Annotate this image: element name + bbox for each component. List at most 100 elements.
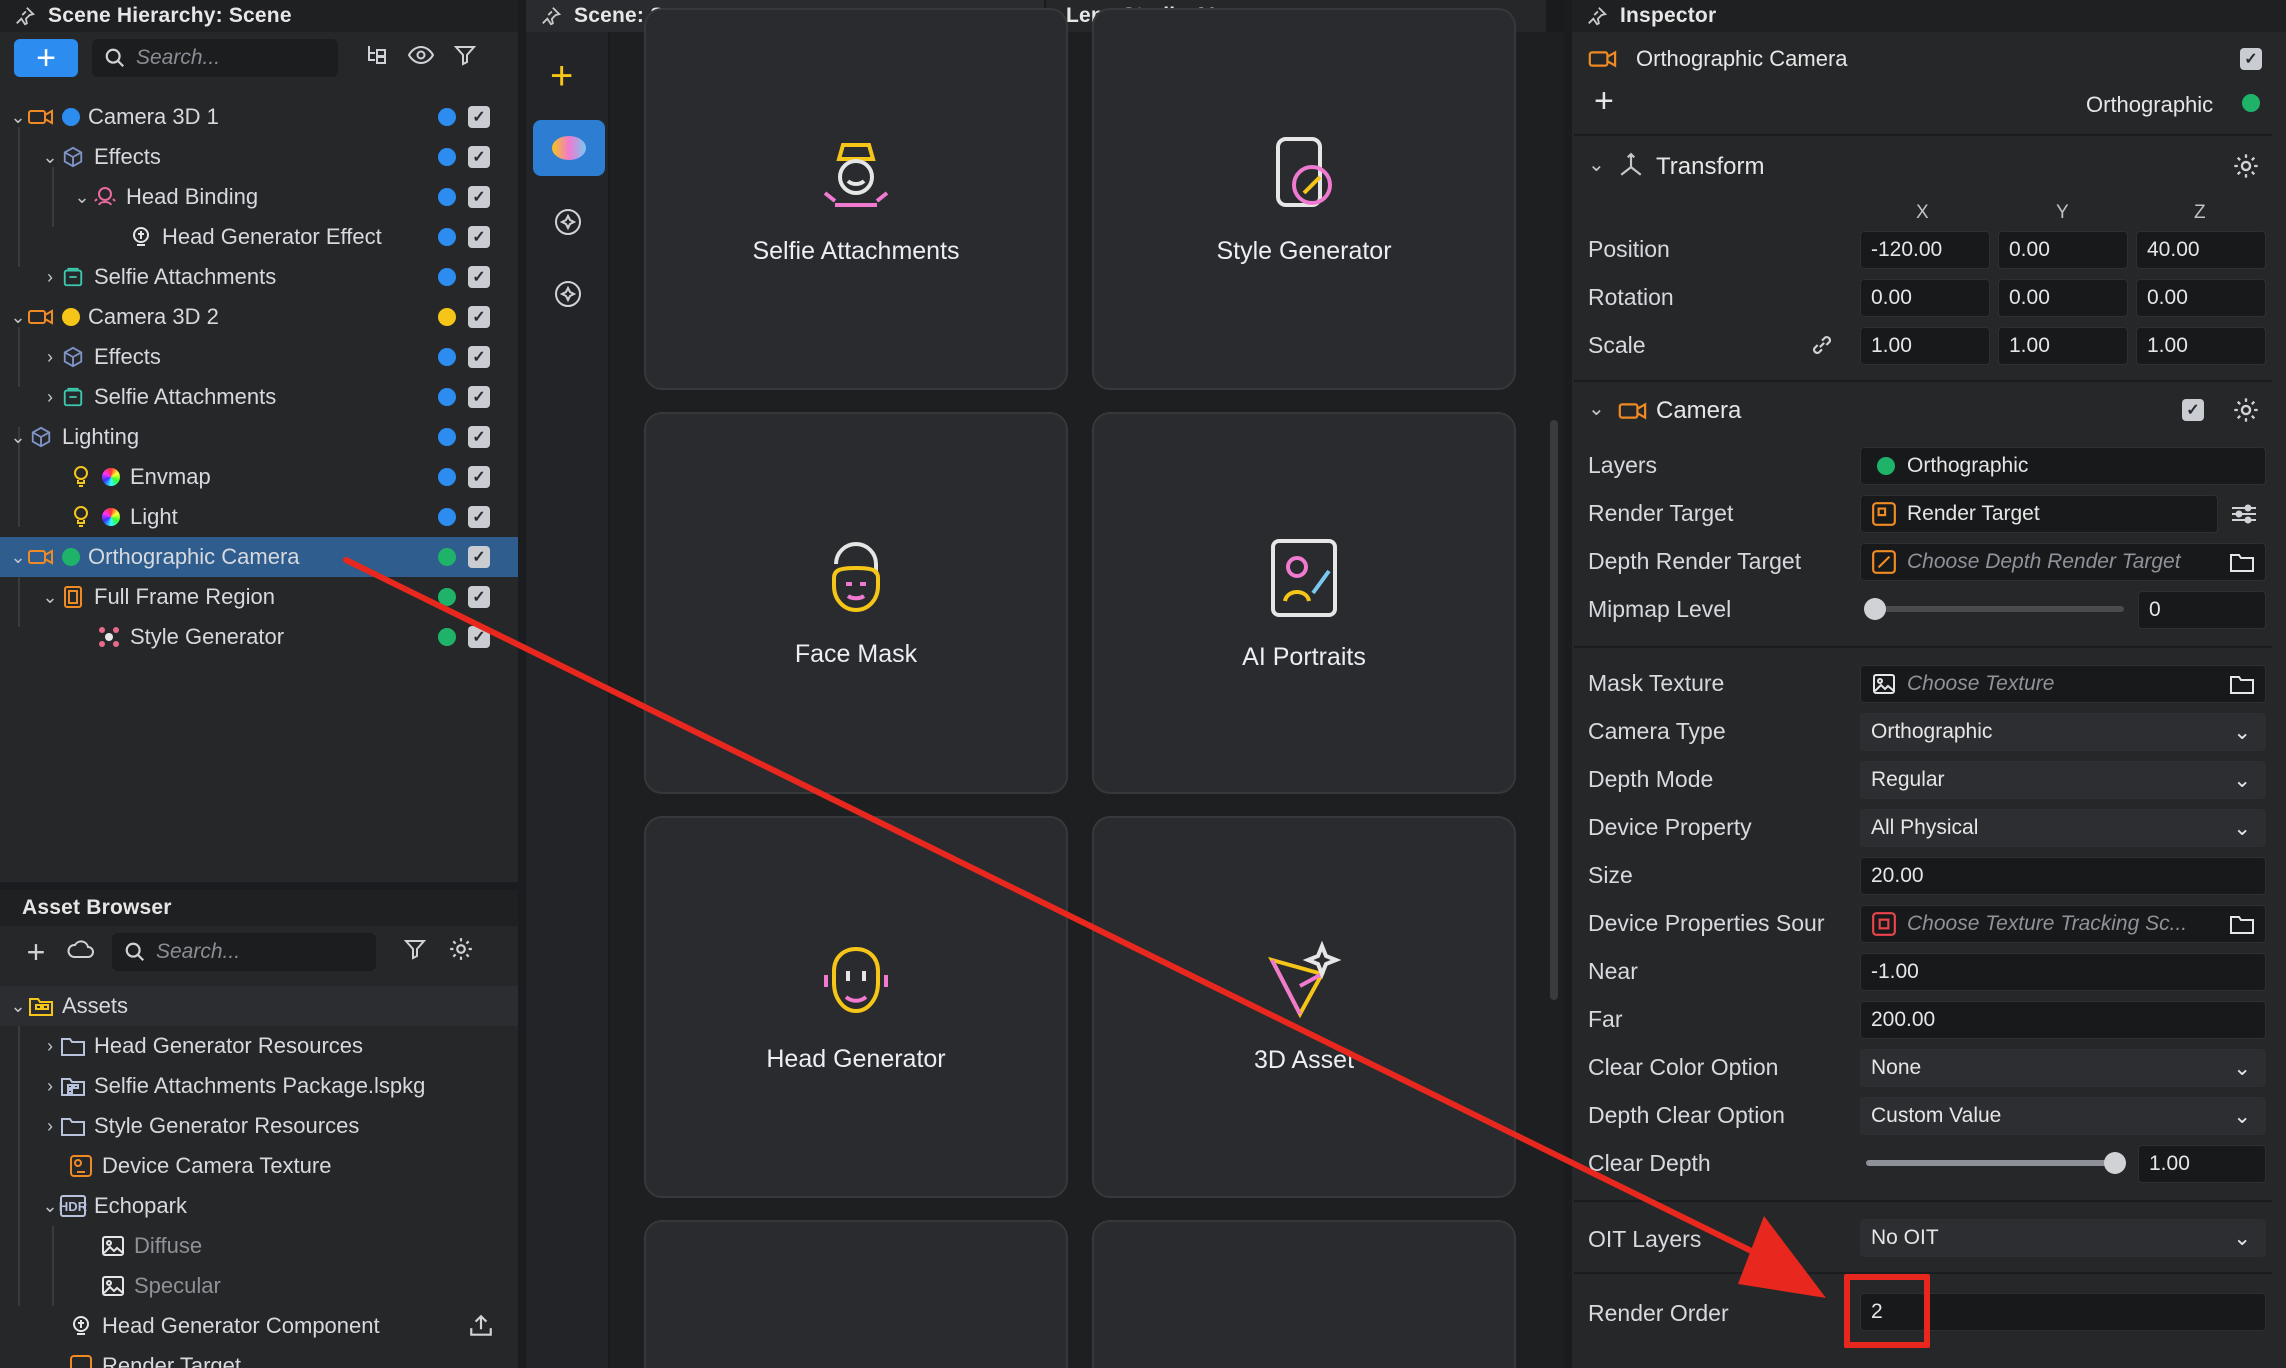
asset-row-echopark[interactable]: ⌄ HDR Echopark (0, 1186, 518, 1226)
export-icon[interactable] (468, 1313, 494, 1339)
object-enabled-checkbox[interactable]: ✓ (2240, 48, 2262, 70)
chevron-down-icon[interactable]: ⌄ (72, 187, 92, 208)
tree-row-selfie-attachments-2[interactable]: › Selfie Attachments ✓ (0, 377, 518, 417)
position-x-field[interactable]: -120.00 (1860, 231, 1990, 269)
pin-icon[interactable] (12, 5, 38, 27)
tree-row-head-generator-effect[interactable]: Head Generator Effect ✓ (0, 217, 518, 257)
camera-gear-icon[interactable] (2232, 396, 2260, 429)
filter-icon[interactable] (450, 43, 480, 74)
hierarchy-search-input[interactable]: Search... (92, 39, 338, 77)
position-z-field[interactable]: 40.00 (2136, 231, 2266, 269)
card-style-generator[interactable]: Style Generator (1092, 8, 1516, 390)
camera-type-select[interactable]: Orthographic ⌄ (1860, 713, 2266, 751)
chevron-right-icon[interactable]: › (40, 1036, 60, 1057)
folder-icon[interactable] (2229, 913, 2255, 935)
sliders-icon[interactable] (2230, 502, 2258, 531)
asset-row-diffuse[interactable]: Diffuse (0, 1226, 518, 1266)
tree-row-camera-3d-1[interactable]: ⌄ Camera 3D 1 ✓ (0, 97, 518, 137)
mipmap-level-field[interactable]: 0 (2138, 591, 2266, 629)
clear-depth-field[interactable]: 1.00 (2138, 1145, 2266, 1183)
transform-gear-icon[interactable] (2232, 152, 2260, 185)
enabled-checkbox[interactable]: ✓ (468, 506, 490, 528)
asset-row-style-generator-resources[interactable]: › Style Generator Resources (0, 1106, 518, 1146)
tree-row-orthographic-camera[interactable]: ⌄ Orthographic Camera ✓ (0, 537, 518, 577)
pin-icon[interactable] (1584, 5, 1610, 27)
visibility-eye-icon[interactable] (406, 44, 436, 73)
enabled-checkbox[interactable]: ✓ (468, 466, 490, 488)
tree-row-style-generator[interactable]: Style Generator ✓ (0, 617, 518, 657)
oit-layers-select[interactable]: No OIT ⌄ (1860, 1219, 2266, 1257)
folder-icon[interactable] (2229, 551, 2255, 573)
enabled-checkbox[interactable]: ✓ (468, 426, 490, 448)
size-field[interactable]: 20.00 (1860, 857, 2266, 895)
chevron-down-icon[interactable]: ⌄ (8, 307, 28, 328)
tree-row-lighting[interactable]: ⌄ Lighting ✓ (0, 417, 518, 457)
tree-row-effects[interactable]: ⌄ Effects ✓ (0, 137, 518, 177)
enabled-checkbox[interactable]: ✓ (468, 546, 490, 568)
chevron-right-icon[interactable]: › (40, 267, 60, 288)
tree-row-full-frame-region[interactable]: ⌄ Full Frame Region ✓ (0, 577, 518, 617)
enabled-checkbox[interactable]: ✓ (468, 306, 490, 328)
transform-chevron-icon[interactable]: ⌄ (1588, 152, 1605, 177)
scale-x-field[interactable]: 1.00 (1860, 327, 1990, 365)
mipmap-slider-track[interactable] (1866, 606, 2124, 612)
device-property-select[interactable]: All Physical ⌄ (1860, 809, 2266, 847)
tree-row-envmap[interactable]: Envmap ✓ (0, 457, 518, 497)
chevron-down-icon[interactable]: ⌄ (8, 107, 28, 128)
layers-field[interactable]: Orthographic (1860, 447, 2266, 485)
hierarchy-tree-icon[interactable] (362, 43, 392, 74)
chevron-down-icon[interactable]: ⌄ (8, 547, 28, 568)
scale-y-field[interactable]: 1.00 (1998, 327, 2128, 365)
ai-home-icon[interactable] (533, 120, 605, 176)
cloud-icon[interactable] (66, 938, 96, 967)
scrollbar[interactable] (1550, 420, 1558, 1000)
card-3d-asset[interactable]: 3D Asset (1092, 816, 1516, 1198)
asset-search-input[interactable]: Search... (112, 933, 376, 971)
device-properties-source-field[interactable]: Choose Texture Tracking Sc... (1860, 905, 2266, 943)
chat-history-icon[interactable] (552, 278, 584, 315)
add-asset-icon[interactable]: + (22, 934, 50, 971)
tree-row-effects-2[interactable]: › Effects ✓ (0, 337, 518, 377)
chevron-right-icon[interactable]: › (40, 347, 60, 368)
scale-z-field[interactable]: 1.00 (2136, 327, 2266, 365)
mask-texture-field[interactable]: Choose Texture (1860, 665, 2266, 703)
pin-icon[interactable] (538, 5, 564, 27)
chevron-down-icon[interactable]: ⌄ (8, 996, 28, 1017)
card-ai-portraits[interactable]: AI Portraits (1092, 412, 1516, 794)
render-target-field[interactable]: Render Target (1860, 495, 2218, 533)
asset-row-specular[interactable]: Specular (0, 1266, 518, 1306)
tree-row-selfie-attachments[interactable]: › Selfie Attachments ✓ (0, 257, 518, 297)
asset-row-render-target[interactable]: Render Target (0, 1346, 518, 1368)
depth-render-target-field[interactable]: Choose Depth Render Target (1860, 543, 2266, 581)
card-face-mask[interactable]: Face Mask (644, 412, 1068, 794)
card-next-left[interactable] (644, 1220, 1068, 1368)
tree-row-light[interactable]: Light ✓ (0, 497, 518, 537)
gear-icon[interactable] (446, 936, 476, 969)
enabled-checkbox[interactable]: ✓ (468, 386, 490, 408)
rotation-x-field[interactable]: 0.00 (1860, 279, 1990, 317)
rotation-y-field[interactable]: 0.00 (1998, 279, 2128, 317)
chevron-right-icon[interactable]: › (40, 387, 60, 408)
enabled-checkbox[interactable]: ✓ (468, 146, 490, 168)
tree-row-camera-3d-2[interactable]: ⌄ Camera 3D 2 ✓ (0, 297, 518, 337)
chevron-right-icon[interactable]: › (40, 1116, 60, 1137)
chevron-down-icon[interactable]: ⌄ (8, 427, 28, 448)
enabled-checkbox[interactable]: ✓ (468, 586, 490, 608)
clear-depth-slider-track[interactable] (1866, 1160, 2118, 1166)
chevron-down-icon[interactable]: ⌄ (40, 1196, 60, 1217)
layer-name[interactable]: Orthographic (2086, 92, 2213, 118)
chevron-right-icon[interactable]: › (40, 1076, 60, 1097)
enabled-checkbox[interactable]: ✓ (468, 626, 490, 648)
card-selfie-attachments[interactable]: Selfie Attachments (644, 8, 1068, 390)
add-component-icon[interactable]: + (1594, 84, 1614, 118)
asset-row-head-generator-component[interactable]: Head Generator Component (0, 1306, 518, 1346)
near-field[interactable]: -1.00 (1860, 953, 2266, 991)
clear-depth-slider-handle[interactable] (2104, 1152, 2126, 1174)
chevron-down-icon[interactable]: ⌄ (40, 147, 60, 168)
mipmap-slider-handle[interactable] (1864, 598, 1886, 620)
enabled-checkbox[interactable]: ✓ (468, 186, 490, 208)
camera-chevron-icon[interactable]: ⌄ (1588, 396, 1605, 421)
folder-icon[interactable] (2229, 673, 2255, 695)
card-head-generator[interactable]: Head Generator (644, 816, 1068, 1198)
object-name[interactable]: Orthographic Camera (1636, 46, 1848, 72)
